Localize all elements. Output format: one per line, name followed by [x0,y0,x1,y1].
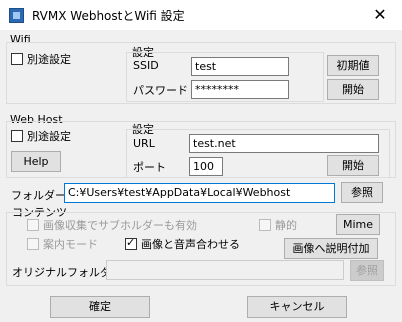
folder-path-input[interactable]: C:¥Users¥test¥AppData¥Local¥Webhost [64,183,335,203]
url-label: URL [133,137,155,150]
app-icon [9,8,24,23]
window-title: RVMX WebhostとWifi 設定 [32,9,185,23]
folder-label: フォルダー [11,189,66,202]
close-icon[interactable]: ✕ [366,4,394,26]
title-bar: RVMX WebhostとWifi 設定 ✕ [0,0,402,30]
default-button[interactable]: 初期値 [327,55,379,76]
ok-button[interactable]: 確定 [50,296,150,318]
original-folder-browse-button[interactable]: 参照 [350,260,384,281]
guide-mode-checkbox[interactable] [27,238,39,250]
ssid-label: SSID [133,59,159,72]
wifi-separate-label: 別途設定 [27,53,71,66]
settings-dialog: RVMX WebhostとWifi 設定 ✕ Wifi 別途設定 設定 SSID… [0,0,402,322]
wifi-start-button[interactable]: 開始 [327,79,379,100]
mime-button[interactable]: Mime [336,214,380,235]
port-input[interactable]: 100 [189,157,223,176]
password-label: パスワード [133,84,188,97]
guide-mode-label: 案内モード [43,238,98,251]
port-label: ポート [133,161,166,174]
webhost-separate-checkbox[interactable] [11,130,23,142]
webhost-start-button[interactable]: 開始 [327,155,379,176]
password-input[interactable]: ******** [191,80,289,99]
ssid-input[interactable]: test [191,57,289,76]
wifi-separate-checkbox[interactable] [11,53,23,65]
url-input[interactable]: test.net [189,134,379,153]
add-description-button[interactable]: 画像へ説明付加 [284,238,378,259]
cancel-button[interactable]: キャンセル [247,296,347,318]
quiet-label: 静的 [275,219,297,232]
original-folder-input[interactable] [106,260,344,280]
subfolder-checkbox[interactable] [27,219,39,231]
subfolder-label: 画像収集でサブホルダーも有効 [43,219,197,232]
sync-checkbox[interactable] [125,236,137,250]
quiet-checkbox[interactable] [259,219,271,231]
webhost-separate-label: 別途設定 [27,130,71,143]
help-button[interactable]: Help [11,151,61,172]
sync-label: 画像と音声合わせる [141,238,240,251]
folder-browse-button[interactable]: 参照 [341,182,383,203]
